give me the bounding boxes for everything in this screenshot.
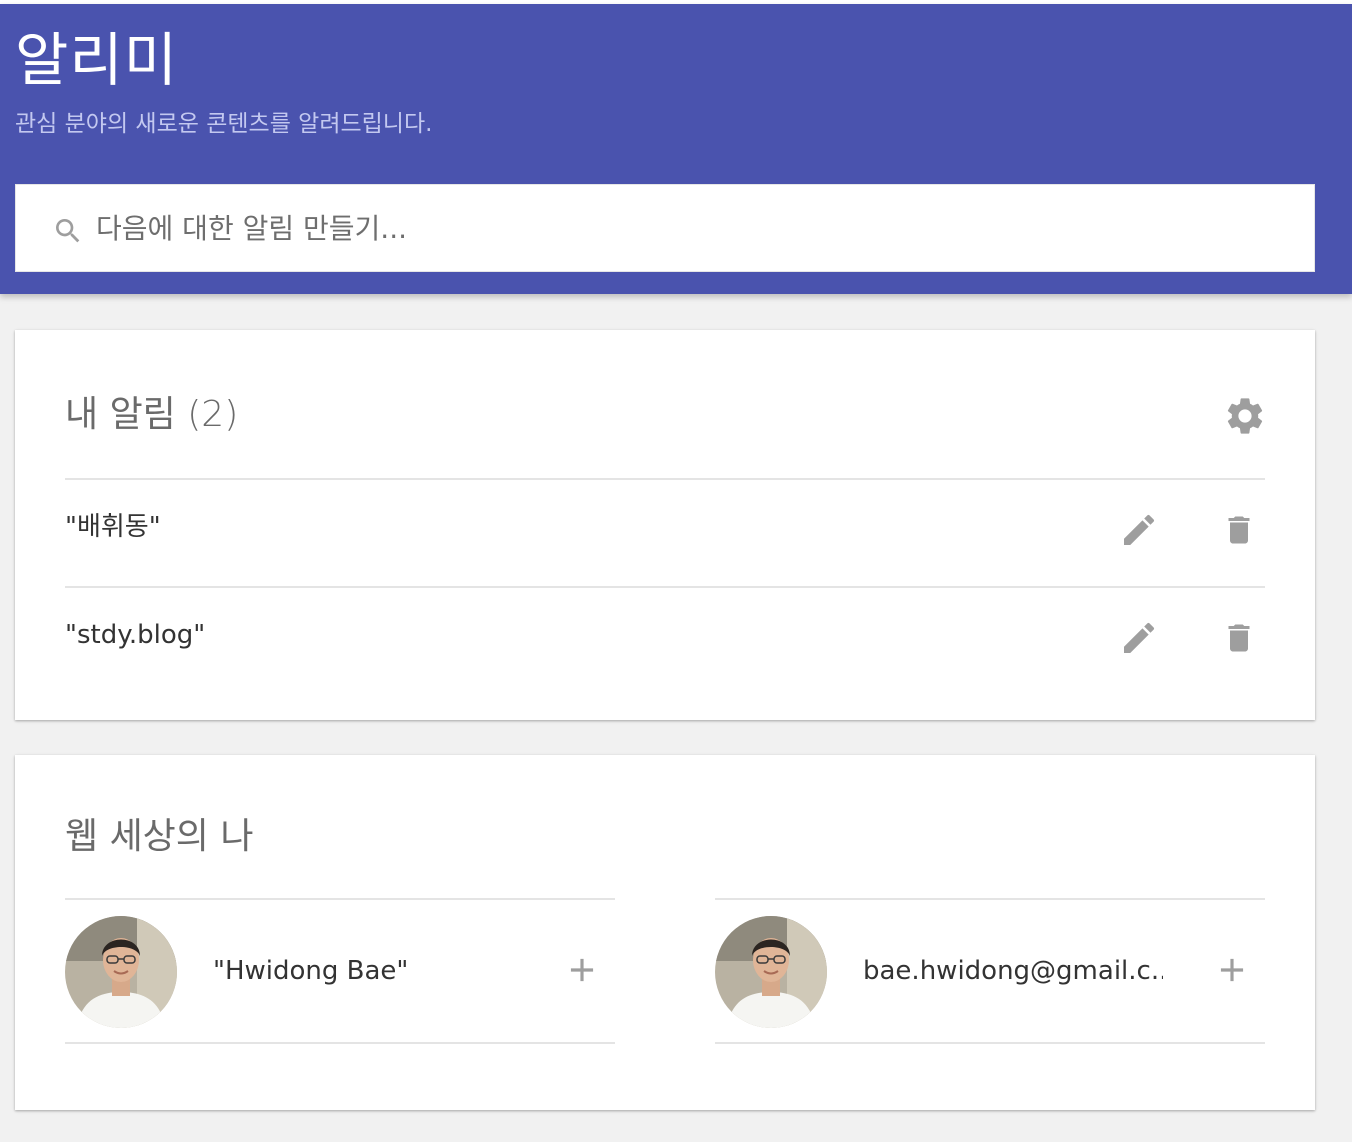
avatar [65, 916, 177, 1028]
person-entry: bae.hwidong@gmail.c... [715, 898, 1265, 1044]
me-on-web-card: 웹 세상의 나 "Hwidong Bae" bae.hwidong@gmail.… [15, 755, 1315, 1110]
alert-row: "배휘동" [65, 480, 1265, 586]
person-label: "Hwidong Bae" [213, 956, 409, 986]
search-input[interactable] [96, 185, 1296, 271]
pencil-icon[interactable] [1119, 510, 1159, 550]
avatar [715, 916, 827, 1028]
trash-icon[interactable] [1221, 618, 1257, 658]
app-header: 알리미 관심 분야의 새로운 콘텐츠를 알려드립니다. [0, 4, 1352, 294]
avatar-photo [715, 916, 827, 1028]
me-on-web-title: 웹 세상의 나 [65, 816, 254, 857]
alert-label: "배휘동" [65, 512, 161, 542]
plus-icon[interactable] [1213, 951, 1251, 989]
pencil-icon[interactable] [1119, 618, 1159, 658]
avatar-photo [65, 916, 177, 1028]
alert-label: "stdy.blog" [65, 620, 206, 650]
search-box[interactable] [15, 184, 1315, 272]
search-icon [56, 219, 80, 243]
gear-icon[interactable] [1223, 394, 1267, 438]
my-alerts-card: 내 알림 (2) "배휘동" "stdy.blog" [15, 330, 1315, 720]
plus-icon[interactable] [563, 951, 601, 989]
app-subtitle: 관심 분야의 새로운 콘텐츠를 알려드립니다. [15, 111, 433, 137]
alert-row: "stdy.blog" [65, 588, 1265, 694]
trash-icon[interactable] [1221, 510, 1257, 550]
app-title: 알리미 [15, 26, 179, 94]
person-entry: "Hwidong Bae" [65, 898, 615, 1044]
my-alerts-title: 내 알림 (2) [65, 394, 239, 435]
person-label: bae.hwidong@gmail.c... [863, 956, 1163, 986]
